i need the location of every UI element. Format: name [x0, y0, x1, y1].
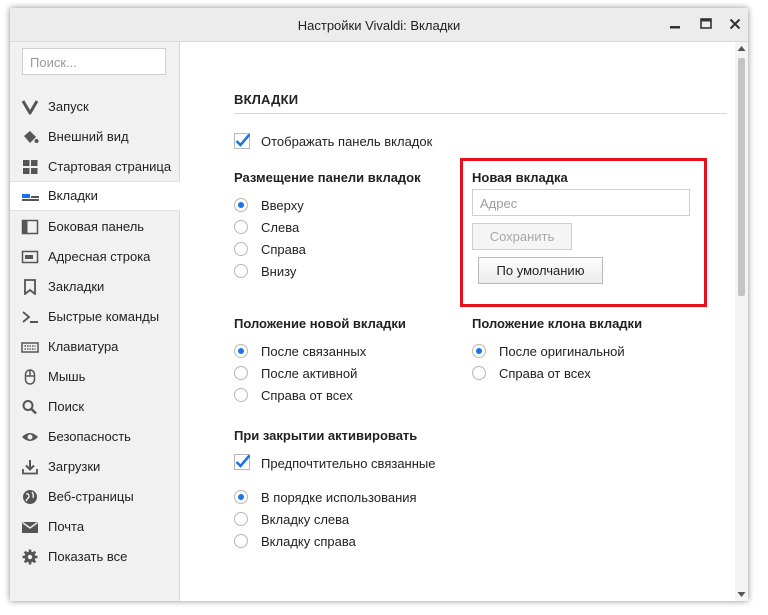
sidebar-item-label: Загрузки: [48, 459, 101, 474]
sidebar-item-label: Безопасность: [48, 429, 131, 444]
prefer-related-checkbox[interactable]: [234, 454, 250, 470]
sidebar-item-label: Боковая панель: [48, 219, 145, 234]
radio-label: В порядке использования: [261, 490, 417, 505]
close-right-tab-radio[interactable]: [234, 534, 248, 548]
radio-label: Справа: [261, 242, 306, 257]
page-title: ВКЛАДКИ: [234, 92, 299, 107]
scroll-down-icon[interactable]: [737, 591, 746, 598]
sidebar-item-label: Вкладки: [48, 188, 98, 203]
sidebar-item-startup[interactable]: Запуск: [10, 92, 179, 122]
download-icon: [22, 460, 38, 475]
keyboard-icon: [21, 342, 39, 353]
search-input[interactable]: Поиск...: [22, 48, 166, 75]
scrollbar-thumb[interactable]: [738, 58, 745, 296]
sidebar-item-start-page[interactable]: Стартовая страница: [10, 152, 179, 182]
new-tab-after-related-radio[interactable]: [234, 344, 248, 358]
vertical-scrollbar[interactable]: [735, 42, 748, 601]
settings-window: Настройки Vivaldi: Вкладки Поиск... Запу…: [10, 8, 748, 601]
radio-label: Вкладку слева: [261, 512, 350, 527]
tab-bar-position-heading: Размещение панели вкладок: [234, 170, 421, 185]
clone-rightmost-radio[interactable]: [472, 366, 486, 380]
close-left-tab-radio[interactable]: [234, 512, 248, 526]
sidebar-item-downloads[interactable]: Загрузки: [10, 452, 179, 482]
tab-bar-right-radio[interactable]: [234, 242, 248, 256]
window-title: Настройки Vivaldi: Вкладки: [297, 18, 461, 33]
mouse-icon: [24, 369, 36, 385]
sidebar-item-label: Быстрые команды: [48, 309, 160, 324]
settings-content: ВКЛАДКИ Отображать панель вкладок Размещ…: [180, 42, 735, 601]
tab-bar-left-radio[interactable]: [234, 220, 248, 234]
address-bar-icon: [21, 250, 39, 264]
globe-icon: [23, 490, 37, 504]
settings-sidebar: Поиск... Запуск Внешний вид Стартовая ст…: [10, 42, 180, 601]
sidebar-item-quick-commands[interactable]: Быстрые команды: [10, 302, 179, 332]
radio-label: Вверху: [261, 198, 304, 213]
radio-label: Слева: [261, 220, 300, 235]
section-divider: [234, 113, 727, 114]
new-tab-after-active-radio[interactable]: [234, 366, 248, 380]
bookmark-icon: [24, 279, 36, 295]
sidebar-item-webpages[interactable]: Веб-страницы: [10, 482, 179, 512]
paint-bucket-icon: [24, 131, 39, 143]
sidebar-item-tabs[interactable]: Вкладки: [10, 181, 180, 211]
radio-label: Вкладку справа: [261, 534, 356, 549]
new-tab-heading: Новая вкладка: [472, 170, 568, 185]
sidebar-item-label: Стартовая страница: [48, 159, 172, 174]
radio-label: Внизу: [261, 264, 297, 279]
panel-icon: [21, 219, 39, 235]
sidebar-item-keyboard[interactable]: Клавиатура: [10, 332, 179, 362]
sidebar-item-search[interactable]: Поиск: [10, 392, 179, 422]
sidebar-item-label: Показать все: [48, 549, 128, 564]
sidebar-item-mail[interactable]: Почта: [10, 512, 179, 542]
sidebar-item-label: Почта: [48, 519, 85, 534]
radio-label: Справа от всех: [261, 388, 353, 403]
vivaldi-logo-icon: [21, 100, 39, 115]
terminal-icon: [22, 311, 38, 323]
tabs-icon: [22, 194, 39, 201]
scroll-up-icon[interactable]: [737, 45, 746, 52]
maximize-icon[interactable]: [697, 15, 715, 33]
tab-bar-bottom-radio[interactable]: [234, 264, 248, 278]
minimize-icon[interactable]: [666, 15, 684, 33]
new-tab-rightmost-radio[interactable]: [234, 388, 248, 402]
sidebar-item-label: Внешний вид: [48, 129, 129, 144]
save-button[interactable]: Сохранить: [472, 223, 572, 250]
clone-after-original-radio[interactable]: [472, 344, 486, 358]
sidebar-item-label: Закладки: [48, 279, 105, 294]
tab-bar-top-radio[interactable]: [234, 198, 248, 212]
sidebar-item-appearance[interactable]: Внешний вид: [10, 122, 179, 152]
sidebar-item-label: Поиск: [48, 399, 85, 414]
sidebar-item-label: Мышь: [48, 369, 86, 384]
sidebar-item-panel[interactable]: Боковая панель: [10, 212, 179, 242]
sidebar-item-label: Адресная строка: [48, 249, 151, 264]
grid-icon: [23, 160, 38, 174]
show-tab-bar-checkbox[interactable]: [234, 133, 250, 149]
close-usage-order-radio[interactable]: [234, 490, 248, 504]
sidebar-item-label: Клавиатура: [48, 339, 119, 354]
radio-label: После связанных: [261, 344, 367, 359]
eye-icon: [22, 433, 38, 441]
prefer-related-label: Предпочтительно связанные: [261, 456, 436, 471]
radio-label: После оригинальной: [499, 344, 625, 359]
title-bar: Настройки Vivaldi: Вкладки: [10, 8, 748, 42]
search-icon: [22, 400, 37, 415]
sidebar-item-label: Запуск: [48, 99, 89, 114]
clone-tab-position-heading: Положение клона вкладки: [472, 316, 643, 331]
new-tab-position-heading: Положение новой вкладки: [234, 316, 406, 331]
default-button[interactable]: По умолчанию: [478, 257, 603, 284]
mail-icon: [22, 521, 38, 533]
radio-label: После активной: [261, 366, 358, 381]
radio-label: Справа от всех: [499, 366, 591, 381]
sidebar-item-label: Веб-страницы: [48, 489, 134, 504]
sidebar-item-show-all[interactable]: Показать все: [10, 542, 179, 572]
show-tab-bar-label: Отображать панель вкладок: [261, 134, 433, 149]
sidebar-item-bookmarks[interactable]: Закладки: [10, 272, 179, 302]
sidebar-item-address-bar[interactable]: Адресная строка: [10, 242, 179, 272]
new-tab-address-input[interactable]: Адрес: [472, 189, 690, 216]
sidebar-item-privacy[interactable]: Безопасность: [10, 422, 179, 452]
sidebar-item-mouse[interactable]: Мышь: [10, 362, 179, 392]
on-close-heading: При закрытии активировать: [234, 428, 418, 443]
gear-icon: [22, 549, 38, 565]
close-icon[interactable]: [726, 15, 744, 33]
